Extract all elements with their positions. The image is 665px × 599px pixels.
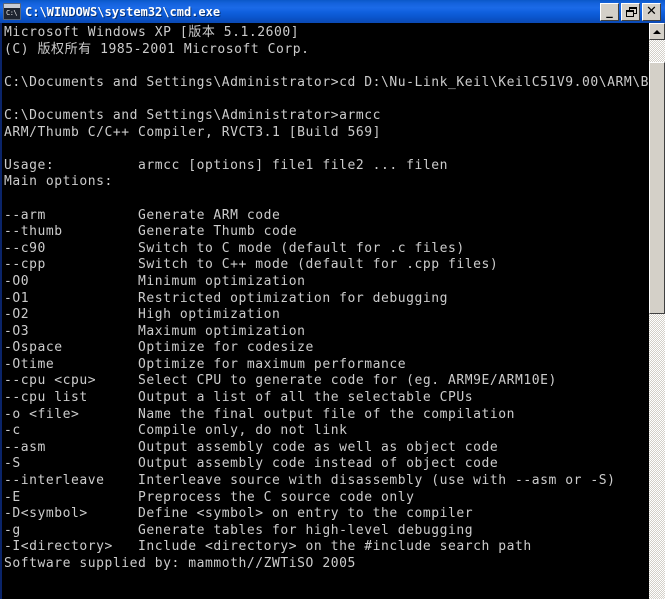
console-line: Main options: <box>4 174 113 190</box>
restore-icon <box>626 6 637 17</box>
console-line: -D<symbol> Define <symbol> on entry to t… <box>4 506 474 522</box>
window-controls: _ ✕ <box>600 2 661 21</box>
console-line: --arm Generate ARM code <box>4 207 281 223</box>
console-output[interactable]: Microsoft Windows XP [版本 5.1.2600] (C) 版权… <box>2 23 648 599</box>
console-line: ARM/Thumb C/C++ Compiler, RVCT3.1 [Build… <box>4 124 381 140</box>
console-line: --interleave Interleave source with disa… <box>4 473 616 489</box>
console-line: -O3 Maximum optimization <box>4 323 306 339</box>
console-line: --cpu list Output a list of all the sele… <box>4 390 474 406</box>
scrollbar-track[interactable] <box>649 40 665 599</box>
console-line: -o <file> Name the final output file of … <box>4 406 515 422</box>
console-line: -E Preprocess the C source code only <box>4 489 415 505</box>
title-bar[interactable]: C:\ C:\WINDOWS\system32\cmd.exe _ ✕ <box>0 0 665 23</box>
scrollbar-thumb[interactable] <box>649 62 665 314</box>
console-line: --cpp Switch to C++ mode (default for .c… <box>4 257 499 273</box>
console-icon-prompt: C:\ <box>6 9 18 17</box>
console-line: --cpu <cpu> Select CPU to generate code … <box>4 373 557 389</box>
console-line: --asm Output assembly code as well as ob… <box>4 439 499 455</box>
console-line: -g Generate tables for high-level debugg… <box>4 522 474 538</box>
console-line: --thumb Generate Thumb code <box>4 224 298 240</box>
command-prompt-window: C:\ C:\WINDOWS\system32\cmd.exe _ ✕ Micr… <box>0 0 665 599</box>
close-button[interactable]: ✕ <box>642 2 661 21</box>
console-line: -O0 Minimum optimization <box>4 273 306 289</box>
minimize-button[interactable]: _ <box>600 2 619 21</box>
console-line: --c90 Switch to C mode (default for .c f… <box>4 240 465 256</box>
console-line: -S Output assembly code instead of objec… <box>4 456 499 472</box>
close-icon: ✕ <box>646 4 657 19</box>
console-line: -Otime Optimize for maximum performance <box>4 356 407 372</box>
console-line: -O1 Restricted optimization for debuggin… <box>4 290 448 306</box>
restore-button[interactable] <box>621 2 640 21</box>
window-title: C:\WINDOWS\system32\cmd.exe <box>25 4 221 19</box>
vertical-scrollbar[interactable] <box>648 23 665 599</box>
scroll-up-button[interactable] <box>649 23 665 40</box>
console-icon-titlebar <box>4 4 20 8</box>
console-line: C:\Documents and Settings\Administrator>… <box>4 74 648 90</box>
console-line: -Ospace Optimize for codesize <box>4 340 314 356</box>
console-line: Software supplied by: mammoth//ZWTiSO 20… <box>4 556 356 571</box>
console-line: -O2 High optimization <box>4 307 281 323</box>
console-line: Microsoft Windows XP [版本 5.1.2600] <box>4 25 300 40</box>
console-line: Usage: armcc [options] file1 file2 ... f… <box>4 157 448 173</box>
console-line: -I<directory> Include <directory> on the… <box>4 539 532 555</box>
window-body: Microsoft Windows XP [版本 5.1.2600] (C) 版权… <box>0 23 665 599</box>
console-line: -c Compile only, do not link <box>4 423 348 439</box>
console-line: C:\Documents and Settings\Administrator>… <box>4 107 381 123</box>
console-line: (C) 版权所有 1985-2001 Microsoft Corp. <box>4 41 310 57</box>
scroll-up-arrow <box>653 29 661 34</box>
console-icon[interactable]: C:\ <box>3 3 21 20</box>
minimize-icon: _ <box>606 3 613 19</box>
